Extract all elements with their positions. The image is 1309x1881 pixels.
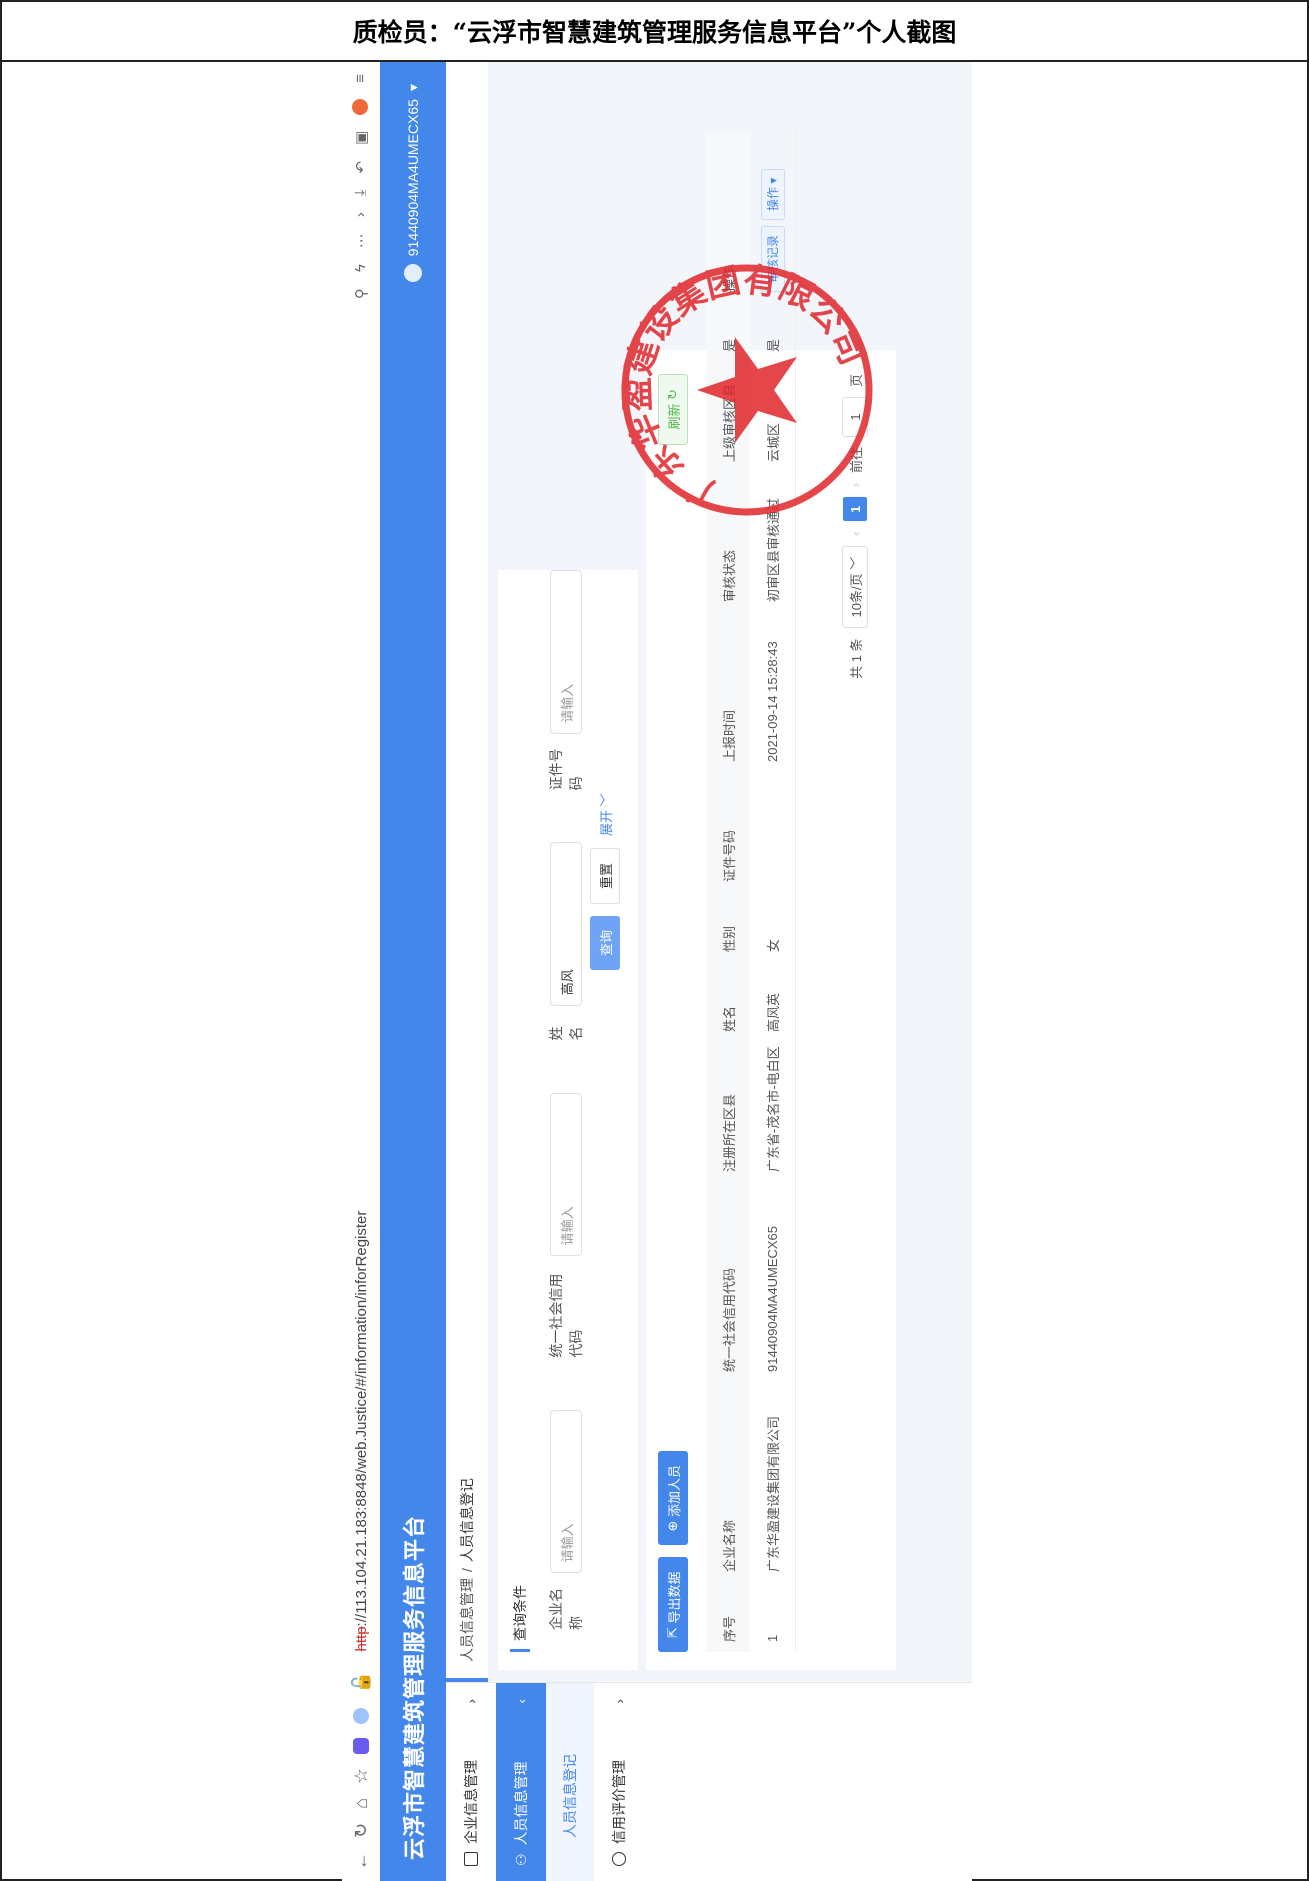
breadcrumb-separator: / <box>459 1568 475 1572</box>
export-icon: ⇱ <box>665 1623 680 1638</box>
id-number-input[interactable]: 请输入 <box>550 569 582 734</box>
person-icon: ⚇ <box>512 1853 529 1866</box>
id-number-label: 证件号码 <box>548 748 584 791</box>
sidebar-item-personnel[interactable]: ⚇ 人员信息管理 ‹ <box>496 1683 546 1881</box>
name-input[interactable]: 高风 <box>550 842 582 1007</box>
back-icon[interactable]: ← <box>351 1852 372 1870</box>
table-toolbar: ⇱ 导出数据 ⊕ 添加人员 <box>658 1450 688 1652</box>
seal-star-icon <box>697 337 797 443</box>
column-header: 注册所在区县 <box>721 1093 737 1172</box>
sidebar-item-label: 信用评价管理 <box>611 1760 627 1844</box>
sidebar-item-enterprise[interactable]: 企业信息管理 › <box>446 1683 496 1881</box>
chevron-right-icon: › <box>463 1699 479 1704</box>
column-header: 上报时间 <box>721 709 737 762</box>
screenshot-region: ← ↻ ⌂ ☆ 🔓 http://113.104.21.183:8848/web… <box>342 62 972 1881</box>
search-icon[interactable]: ⚲ <box>352 288 370 299</box>
cell-company: 广东华盈建设集团有限公司 <box>766 1415 781 1572</box>
sidebar-item-label: 企业信息管理 <box>463 1760 479 1844</box>
chevron-right-icon: › <box>611 1699 627 1704</box>
filter-actions: 查询 重置 展开 ﹀ <box>590 793 620 970</box>
undo-icon[interactable]: ↶ <box>352 161 370 174</box>
chevron-down-icon: ﹀ <box>598 793 614 807</box>
user-menu[interactable]: 91440904MA4UMECX65 ▾ <box>404 84 422 283</box>
cell-gender: 女 <box>766 938 781 952</box>
filter-title: 查询条件 <box>510 1585 530 1652</box>
breadcrumb-parent[interactable]: 人员信息管理 <box>457 1578 477 1662</box>
browser-toolbar: ← ↻ ⌂ ☆ 🔓 http://113.104.21.183:8848/web… <box>342 62 380 1881</box>
page-size-select[interactable]: 10条/页 ﹀ <box>842 545 868 629</box>
company-label: 企业名称 <box>548 1588 584 1630</box>
name-label: 姓名 <box>548 1026 584 1041</box>
more-icon[interactable]: ⋯ <box>352 233 370 248</box>
sidebar-subitem-registration[interactable]: 人员信息登记 <box>546 1683 594 1881</box>
url-protocol: http <box>352 1626 370 1652</box>
avatar <box>404 264 422 283</box>
reset-button[interactable]: 重置 <box>590 847 620 904</box>
breadcrumb: 人员信息管理 / 人员信息登记 <box>446 62 488 1682</box>
credit-icon <box>612 1852 626 1866</box>
prev-page-icon[interactable]: ‹ <box>848 531 863 535</box>
profile-icon[interactable] <box>352 98 368 115</box>
cell-credit-code: 91440904MA4UMECX65 <box>765 1226 780 1372</box>
page-size-label: 10条/页 <box>848 573 864 618</box>
company-input[interactable]: 请输入 <box>550 1409 582 1574</box>
add-person-button[interactable]: ⊕ 添加人员 <box>658 1450 688 1546</box>
expand-link[interactable]: 展开 ﹀ <box>596 793 615 836</box>
lightning-icon[interactable]: ϟ <box>352 264 370 272</box>
document-frame: 质检员：“云浮市智慧建筑管理服务信息平台”个人截图 ← ↻ ⌂ ☆ 🔓 http… <box>0 0 1309 1881</box>
cell-name: 高风英 <box>766 992 781 1032</box>
total-count: 共 1 条 <box>848 638 864 679</box>
column-header: 统一社会信用代码 <box>721 1267 737 1372</box>
column-header: 姓名 <box>721 1005 737 1032</box>
column-header: 企业名称 <box>721 1519 737 1572</box>
chevron-down-icon: ‹ <box>513 1699 529 1704</box>
filter-panel: 查询条件 企业名称 请输入 统一社会信用代码 请输入 姓名 高风 证件号码 请输… <box>498 569 638 1670</box>
column-header: 证件号码 <box>721 829 737 882</box>
building-icon <box>464 1852 478 1866</box>
search-button[interactable]: 查询 <box>590 915 620 970</box>
breadcrumb-current: 人员信息登记 <box>459 1478 475 1563</box>
column-header: 序号 <box>721 1615 737 1642</box>
sidebar-item-label: 人员信息管理 <box>513 1761 529 1846</box>
browser-actions: ⚲ ϟ ⋯ › ⤓ ↶ ▣ ≡ <box>352 74 370 299</box>
chevron-right-icon[interactable]: › <box>352 212 370 217</box>
user-code: 91440904MA4UMECX65 <box>405 99 421 257</box>
export-button[interactable]: ⇱ 导出数据 <box>658 1557 688 1652</box>
document-heading: 质检员：“云浮市智慧建筑管理服务信息平台”个人截图 <box>2 2 1307 62</box>
credit-code-label: 统一社会信用代码 <box>548 1273 584 1358</box>
app-title: 云浮市智慧建筑管理服务信息平台 <box>402 1514 427 1860</box>
sidebar: 企业信息管理 › ⚇ 人员信息管理 ‹ 人员信息登记 信用评价管理 › <box>446 1682 972 1881</box>
plus-icon: ⊕ <box>665 1516 680 1532</box>
cell-district: 广东省-茂名市-电白区 <box>766 1046 781 1172</box>
cell-report-time: 2021-09-14 15:28:43 <box>765 641 780 762</box>
lock-warning-icon: 🔓 <box>350 1671 371 1694</box>
expand-label: 展开 <box>598 809 614 836</box>
credit-code-input[interactable]: 请输入 <box>550 1092 582 1257</box>
operations-dropdown[interactable]: 操作 ▾ <box>760 168 785 220</box>
download-icon[interactable]: ⤓ <box>352 190 370 197</box>
app-header: 云浮市智慧建筑管理服务信息平台 91440904MA4UMECX65 ▾ <box>380 62 446 1881</box>
chevron-down-icon: ﹀ <box>848 556 864 570</box>
caret-down-icon: ▾ <box>404 84 421 92</box>
export-label: 导出数据 <box>666 1571 682 1624</box>
filter-row: 企业名称 请输入 统一社会信用代码 请输入 姓名 高风 证件号码 请输入 <box>546 569 586 1630</box>
cell-index: 1 <box>765 1634 780 1642</box>
add-label: 添加人员 <box>666 1464 682 1517</box>
operations-label: 操作 <box>766 186 780 211</box>
reload-icon[interactable]: ↻ <box>351 1823 372 1838</box>
caret-down-icon: ▾ <box>765 177 780 184</box>
url-path: ://113.104.21.183:8848/web.Justice/#/inf… <box>352 1210 370 1627</box>
briefcase-icon[interactable]: ▣ <box>352 131 370 145</box>
extension-icon[interactable] <box>353 1737 369 1754</box>
shield-icon <box>353 1707 369 1724</box>
menu-icon[interactable]: ≡ <box>352 74 370 83</box>
sidebar-item-credit[interactable]: 信用评价管理 › <box>594 1683 644 1881</box>
company-seal: 广东华盈建设集团有限公司 <box>617 260 873 516</box>
table-panel: ⇱ 导出数据 ⊕ 添加人员 刷新 ↻ 序号 企业名称 统一社会信用代码 注册所在… <box>646 132 896 1670</box>
star-icon[interactable]: ☆ <box>351 1768 372 1784</box>
address-bar[interactable]: http://113.104.21.183:8848/web.Justice/#… <box>353 1211 370 1652</box>
home-icon[interactable]: ⌂ <box>351 1798 372 1809</box>
column-header: 性别 <box>721 925 737 952</box>
sidebar-subitem-label: 人员信息登记 <box>562 1754 578 1838</box>
